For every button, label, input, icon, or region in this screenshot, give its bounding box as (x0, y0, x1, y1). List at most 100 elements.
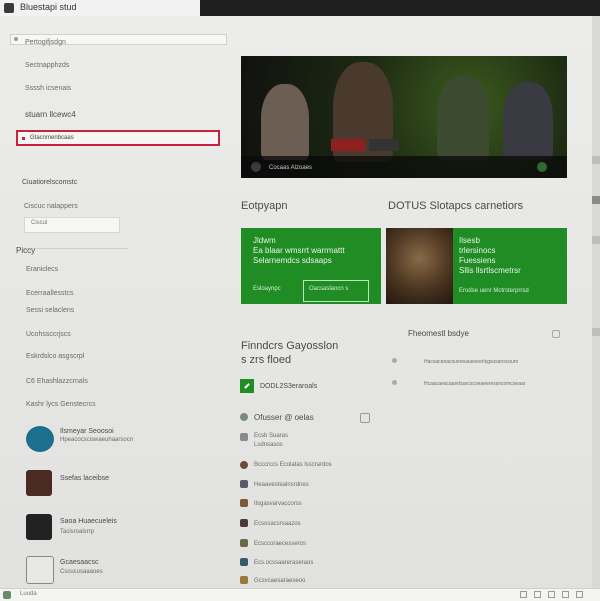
feed-row[interactable]: Ecsosacsrsaazos (254, 520, 301, 529)
tray-icon[interactable] (520, 591, 527, 598)
avatar[interactable] (26, 426, 54, 452)
section-heading: Eotpyapn (241, 200, 288, 212)
list-item[interactable]: Sessi selaclens (26, 306, 74, 315)
avatar[interactable] (26, 470, 52, 496)
section-heading: DOTUS Slotapcs carnetiors (388, 200, 524, 212)
bullet-icon (392, 358, 397, 363)
sidebar-item[interactable]: Ssssh icsenais (25, 84, 71, 93)
recent-row[interactable]: Hacsacanacsuoreusaesrerlsgsusanscouro (424, 358, 518, 367)
promo-card-title: Ilsesb (459, 236, 480, 245)
recent-heading: Fheomestl bsdye (408, 329, 469, 338)
item-icon (240, 576, 248, 584)
game-thumbnail[interactable] (386, 228, 453, 304)
tool-icon[interactable] (592, 196, 600, 204)
item-icon (240, 480, 248, 488)
hero-character (261, 84, 309, 160)
feed-row[interactable]: Heaavestealnsrdnes (254, 481, 309, 490)
card-button[interactable]: Oacsaslaocn s (309, 286, 348, 292)
selection-marker-icon (22, 137, 25, 140)
filter-select-value: Ciscul (31, 220, 48, 226)
list-item[interactable]: Eskrdslco asgscrpl (26, 352, 84, 361)
item-icon (240, 519, 248, 527)
more-button[interactable] (369, 139, 399, 151)
feed-heading: Finndcrs Gayosslon (241, 340, 339, 352)
item-icon (240, 558, 248, 566)
hero-character (503, 82, 553, 160)
hero-character (437, 76, 489, 160)
filter-select[interactable]: Ciscul (24, 217, 120, 233)
divider (22, 248, 128, 249)
window-title: Bluestapi stud (20, 2, 77, 12)
card-button[interactable]: Erodse uenr Mctrsterprrsd (459, 288, 529, 294)
title-bar: Bluestapi stud (0, 0, 600, 16)
sidebar-item[interactable]: stuarn llcewc4 (25, 110, 76, 119)
promo-card-text: Selarnemdcs sdsaaps (253, 256, 332, 265)
sidebar-item-label: Gtacnmenbcaas (30, 135, 74, 141)
friend-name[interactable]: Gcaesaacsc (60, 558, 99, 567)
list-item[interactable]: Ecerraallesstcs (26, 289, 73, 298)
search-icon (14, 37, 18, 41)
play-button[interactable] (331, 139, 365, 151)
feed-row[interactable]: Ilsgasvarvaccorss (254, 500, 302, 509)
promo-card-text: Ea blaar wmsrrt warrmattt (253, 246, 345, 255)
feed-row-sub: Lsdnsasos (254, 442, 283, 448)
friend-status: Hpeacocsciswaeuhaarsocn (60, 437, 134, 443)
tool-icon[interactable] (592, 156, 600, 164)
feed-row[interactable]: Gcsvcaesaraeseoo (254, 577, 305, 586)
friend-icon[interactable] (537, 162, 547, 172)
list-item[interactable]: Kashr lycs Genstecrcs (26, 400, 96, 409)
promo-card-text: trlersinocs (459, 246, 496, 255)
list-item[interactable]: Ucohssccrjscs (26, 330, 71, 339)
sidebar-item[interactable]: Sectnapphzds (25, 61, 69, 70)
tray-icon[interactable] (548, 591, 555, 598)
sidebar-item-selected[interactable]: Gtacnmenbcaas (16, 130, 220, 146)
filter-heading: Ciuatiorelscomstc (22, 179, 78, 186)
tool-icon[interactable] (592, 328, 600, 336)
app-status-icon (3, 591, 11, 599)
filter-label: Ciscuc nalappers (24, 203, 78, 210)
feed-primary[interactable]: DODL2S3eraroals (260, 382, 317, 391)
feed-row[interactable]: Bcccrccs Ecolatas lsscrardos (254, 461, 332, 470)
item-icon (240, 461, 248, 469)
bullet-icon (392, 380, 397, 385)
right-toolbar (592, 16, 600, 588)
avatar[interactable] (26, 556, 54, 584)
card-button[interactable]: Esloaynpc (253, 286, 281, 292)
item-icon (240, 433, 248, 441)
tool-icon[interactable] (592, 236, 600, 244)
section-title: Piccy (16, 246, 36, 255)
friend-name[interactable]: Saoa Huaecueleis (60, 517, 117, 526)
avatar[interactable] (26, 514, 52, 540)
hero-label: Cocaas Alzoaes (269, 165, 313, 171)
avatar-icon (240, 413, 248, 421)
promo-card-text: Sllis llsrtlscmetrsr (459, 266, 521, 275)
promo-card[interactable]: Jldwm Ea blaar wmsrrt warrmattt Selarnem… (241, 228, 381, 304)
hero-banner[interactable]: Cocaas Alzoaes (241, 56, 567, 178)
edit-icon[interactable] (240, 379, 254, 393)
friend-name[interactable]: Ssefas laceibse (60, 474, 109, 483)
feed-title: Ofusser @ oelas (254, 413, 314, 422)
feed-row[interactable]: Ecsccoraecesseros (254, 540, 306, 549)
list-item[interactable]: Eraniclecs (26, 265, 58, 274)
tray-icon[interactable] (534, 591, 541, 598)
list-item[interactable]: C6 Ehashlazzcrnals (26, 377, 88, 386)
promo-card-title: Jldwm (253, 236, 276, 245)
tray-icon[interactable] (562, 591, 569, 598)
tray-icon[interactable] (576, 591, 583, 598)
feed-row[interactable]: Ecs.ocssaareraseraos (254, 559, 313, 568)
status-text: Luuda (20, 591, 37, 597)
game-icon (251, 162, 261, 172)
feed-heading: s zrs floed (241, 354, 292, 366)
recent-row[interactable]: Hcaacaeacaanrtsarcscoeaeeressncomcseaar (424, 380, 525, 389)
promo-card[interactable]: Ilsesb trlersinocs Fuessiens Sllis llsrt… (453, 228, 567, 304)
item-icon (240, 499, 248, 507)
friend-name[interactable]: Ilsmeyar Seoosoi (60, 427, 114, 436)
feed-row[interactable]: Ecsb Suaras (254, 432, 288, 441)
comment-icon[interactable] (360, 413, 370, 423)
sidebar-item[interactable]: Pertogifjsdgn (25, 38, 66, 47)
friend-status: Tacisroalsrrp (60, 529, 95, 535)
friend-status: Cscucusaaaoes (60, 569, 103, 575)
status-bar: Luuda (0, 588, 600, 601)
item-icon (240, 539, 248, 547)
close-icon[interactable] (552, 330, 560, 338)
